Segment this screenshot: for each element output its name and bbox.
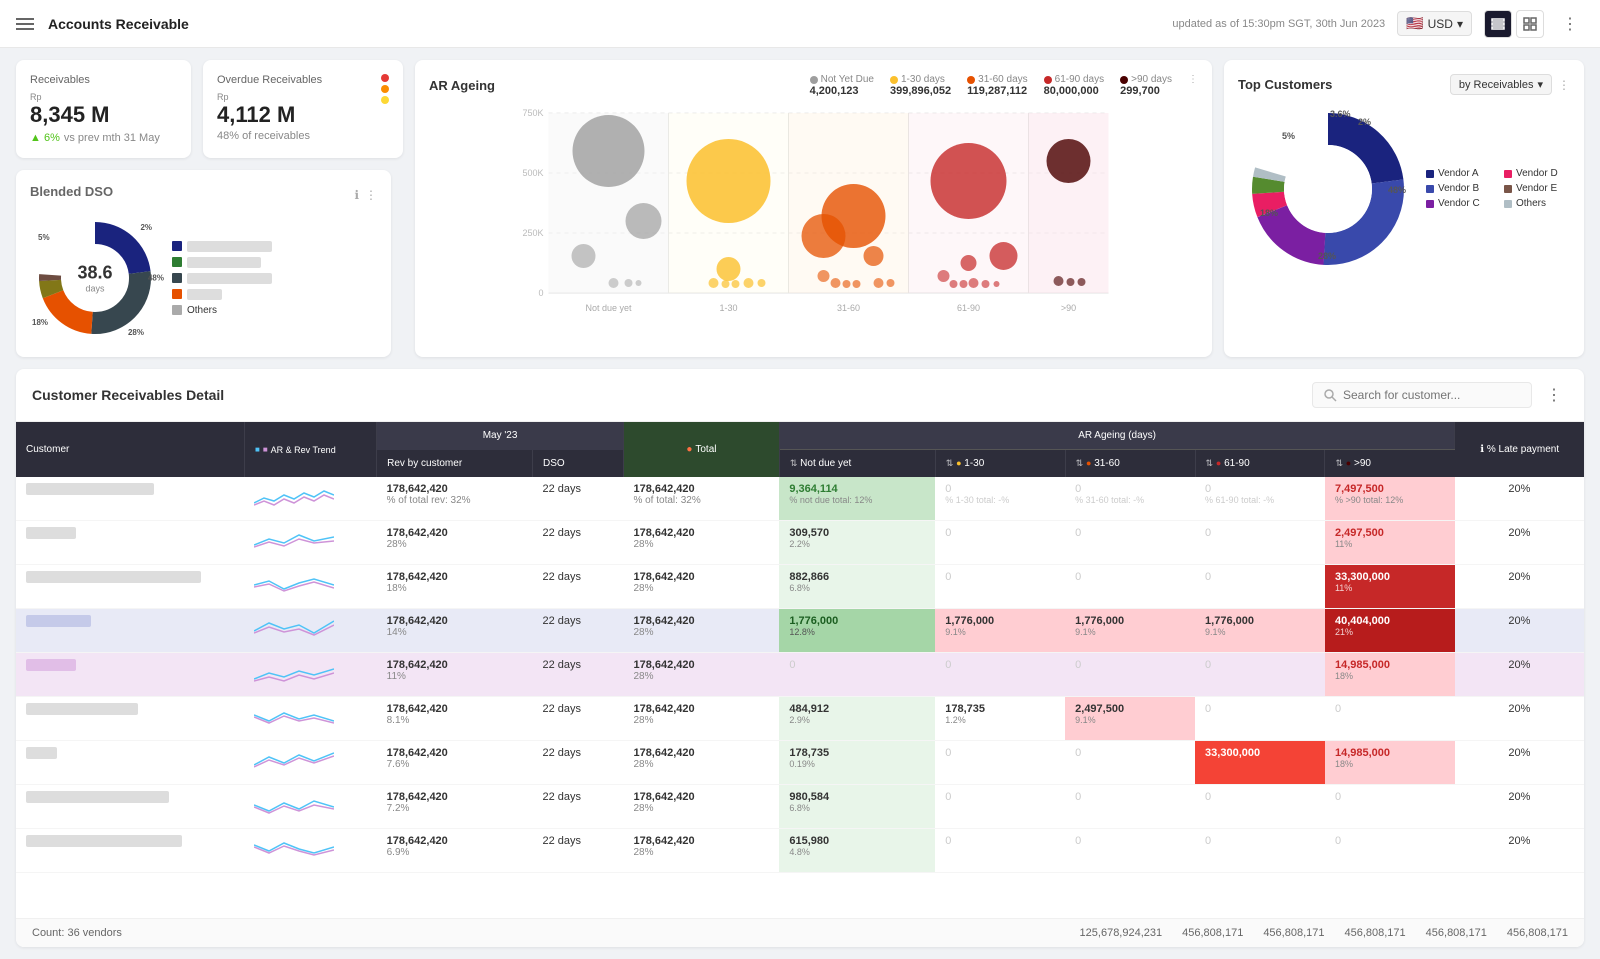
svg-text:31-60: 31-60 [837,303,860,313]
th-61-90: ⇅ ● 61-90 [1195,450,1325,478]
customer-name-cell: ████ ████████████ [16,477,244,521]
table-row: ████ ████████████ 178,642,420 % of total… [16,477,1584,521]
receivables-currency: Rp [30,92,177,102]
customer-search-box[interactable] [1312,382,1532,408]
by-receivables-select[interactable]: by Receivables ▾ [1450,74,1552,95]
d61-90-cell: 0% 61-90 total: -% [1195,477,1325,521]
currency-selector[interactable]: 🇺🇸 USD ▾ [1397,11,1472,36]
svg-text:3.6%: 3.6% [1330,109,1351,119]
table-row: ██ ████ 178,642,42011% 22 days 178,642,4… [16,653,1584,697]
customer-table-container: Customer ■ ■ AR & Rev Trend May '23 [16,422,1584,918]
svg-text:28%: 28% [1318,251,1336,261]
svg-text:750K: 750K [522,108,543,118]
top-customers-donut: 48% 28% 18% 5% 3.6% 2% [1238,101,1418,276]
dso-more-icon[interactable]: ⋮ [365,188,377,202]
svg-text:5%: 5% [1282,131,1295,141]
svg-text:500K: 500K [522,168,543,178]
receivables-label: Receivables [30,74,177,86]
blended-dso-card: Blended DSO ℹ ⋮ [16,170,391,357]
th-not-due: ⇅ Not due yet [779,450,935,478]
th-total: ● Total [623,422,779,477]
svg-text:1-30: 1-30 [719,303,737,313]
indicator-orange [381,85,389,93]
svg-text:61-90: 61-90 [957,303,980,313]
ar-ageing-card: AR Ageing Not Yet Due 4,200,123 1-30 day… [415,60,1212,357]
indicator-yellow [381,96,389,104]
detail-title: Customer Receivables Detail [32,387,224,403]
menu-icon[interactable] [16,14,36,34]
th-may23: May '23 [377,422,624,450]
dso-title: Blended DSO [30,184,113,199]
table-row: ████ ██ 178,642,42028% 22 days 178,642,4… [16,521,1584,565]
detail-more-button[interactable]: ⋮ [1540,381,1568,409]
page-title: Accounts Receivable [48,16,1172,32]
th-customer: Customer [16,422,244,477]
th-1-30: ⇅ ● 1-30 [935,450,1065,478]
grid-view-button[interactable] [1516,10,1544,38]
search-input[interactable] [1343,388,1521,402]
ar-ageing-title: AR Ageing [429,78,495,93]
th-31-60: ⇅ ● 31-60 [1065,450,1195,478]
th-dso: DSO [533,450,624,478]
search-icon [1323,388,1337,402]
svg-text:Not due yet: Not due yet [585,303,632,313]
overdue-sub: 48% of receivables [217,130,322,142]
th-gt90: ⇅ ● >90 [1325,450,1455,478]
svg-text:0: 0 [538,288,543,298]
receivables-card: Receivables Rp 8,345 M ▲ 6% vs prev mth … [16,60,191,158]
rev-cell: 178,642,420 % of total rev: 32% [377,477,533,521]
th-ar-ageing: AR Ageing (days) [779,422,1455,450]
table-footer: Count: 36 vendors 125,678,924,231 456,80… [16,918,1584,947]
dso-center-value: 38.6 days [77,263,112,294]
vendor-count: Count: 36 vendors [32,927,122,939]
dso-legend: ████████████ ███████ ███ ████████████ ██… [172,241,377,316]
d1-30-cell: 0% 1-30 total: -% [935,477,1065,521]
top-customers-card: Top Customers by Receivables ▾ ⋮ [1224,60,1584,357]
svg-text:48%: 48% [1388,185,1406,195]
customer-table: Customer ■ ■ AR & Rev Trend May '23 [16,422,1584,873]
late-pct-cell: 20% [1455,477,1584,521]
dgt90-cell: 7,497,500 % >90 total: 12% [1325,477,1455,521]
dso-info-icon[interactable]: ℹ [354,188,359,202]
top-customers-legend: Vendor A Vendor D Vendor B Vendor E Vend… [1426,168,1570,209]
sparkline-cell [244,477,376,521]
ar-ageing-more[interactable]: ⋮ [1188,74,1198,97]
table-row: ████ ██████████████████ 178,642,42018% 2… [16,565,1584,609]
table-row: ████ 178,642,4207.6% 22 days 178,642,420… [16,741,1584,785]
th-rev-by-customer: Rev by customer [377,450,533,478]
overdue-indicators [381,74,389,104]
svg-text:18%: 18% [1260,208,1278,218]
svg-text:2%: 2% [1358,117,1371,127]
svg-text:250K: 250K [522,228,543,238]
th-late-payment: ℹ % Late payment [1455,422,1584,477]
th-ar-rev-trend: ■ ■ AR & Rev Trend [244,422,376,477]
list-view-button[interactable] [1484,10,1512,38]
table-row: ██ ████████████████ 178,642,4207.2% 22 d… [16,785,1584,829]
timestamp: updated as of 15:30pm SGT, 30th Jun 2023 [1172,18,1385,30]
table-row: ████ ██████████ 178,642,4208.1% 22 days … [16,697,1584,741]
ar-ageing-legend: Not Yet Due 4,200,123 1-30 days 399,896,… [810,74,1198,97]
dso-cell: 22 days [533,477,624,521]
d31-60-cell: 0% 31-60 total: -% [1065,477,1195,521]
ar-ageing-bubble-chart: 750K 500K 250K 0 [429,101,1198,321]
top-customers-title: Top Customers [1238,77,1332,92]
total-cell: 178,642,420 % of total: 32% [623,477,779,521]
overdue-label: Overdue Receivables [217,74,322,86]
overdue-receivables-card: Overdue Receivables Rp 4,112 M 48% of re… [203,60,403,158]
customer-receivables-detail: Customer Receivables Detail ⋮ [16,369,1584,947]
receivables-value: 8,345 M [30,102,177,128]
more-options-button[interactable]: ⋮ [1556,10,1584,38]
footer-totals: 125,678,924,231 456,808,171 456,808,171 … [1080,927,1568,939]
dso-donut-chart: 38.6 days 2% 5% 18% 28% 48% [30,213,160,343]
top-customers-more[interactable]: ⋮ [1558,78,1570,92]
table-row: ████████████████████ 178,642,4206.9% 22 … [16,829,1584,873]
svg-text:>90: >90 [1061,303,1076,313]
not-due-cell: 9,364,114 % not due total: 12% [779,477,935,521]
table-row: ██ ██████ 178,642,42014% 22 days 178,642… [16,609,1584,653]
overdue-value: 4,112 M [217,102,322,128]
indicator-red [381,74,389,82]
